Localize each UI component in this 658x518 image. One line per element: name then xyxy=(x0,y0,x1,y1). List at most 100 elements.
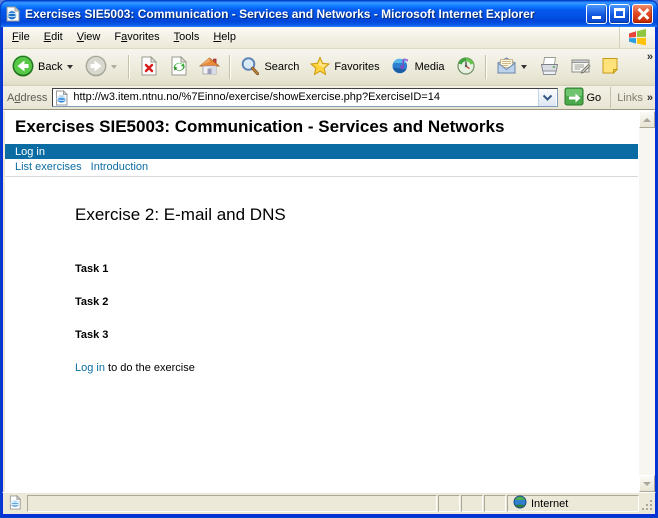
search-icon xyxy=(239,55,261,80)
search-button[interactable]: Search xyxy=(235,51,305,83)
status-panel-1 xyxy=(438,495,460,512)
edit-icon xyxy=(569,55,592,80)
scroll-up-arrow-icon xyxy=(643,117,651,122)
favorites-button[interactable]: Favorites xyxy=(305,51,385,83)
home-icon xyxy=(198,55,221,80)
address-bar: Address http://w3.item.ntnu.no/%7Einno/e… xyxy=(3,86,655,110)
menu-edit[interactable]: Edit xyxy=(37,29,70,46)
nav-link-list-exercises[interactable]: List exercises xyxy=(15,161,82,173)
address-label: Address xyxy=(7,91,48,104)
media-button-label: Media xyxy=(414,61,445,73)
forward-button[interactable] xyxy=(80,51,124,83)
home-button[interactable] xyxy=(194,51,225,83)
refresh-icon xyxy=(168,55,190,80)
note-icon xyxy=(600,55,620,80)
search-button-label: Search xyxy=(264,61,300,73)
toolbar-separator-2 xyxy=(229,55,232,79)
nav-link-introduction[interactable]: Introduction xyxy=(91,161,148,173)
forward-arrow-icon xyxy=(84,54,108,81)
forward-dropdown-icon[interactable] xyxy=(111,65,118,69)
scroll-up-button[interactable] xyxy=(639,111,655,128)
menu-view[interactable]: View xyxy=(70,29,108,46)
title-bar[interactable]: Exercises SIE5003: Communication - Servi… xyxy=(1,1,657,27)
login-bar-link[interactable]: Log in xyxy=(15,146,45,158)
history-button[interactable] xyxy=(451,51,481,83)
status-panel-3 xyxy=(484,495,506,512)
links-label: Links xyxy=(617,91,643,104)
discuss-button[interactable] xyxy=(596,51,624,83)
maximize-button[interactable] xyxy=(609,4,630,24)
back-button[interactable]: Back xyxy=(7,51,80,83)
nav-links: List exercises Introduction xyxy=(5,159,638,177)
go-button-label: Go xyxy=(586,91,602,104)
login-prompt-link[interactable]: Log in xyxy=(75,362,105,374)
address-input[interactable] xyxy=(73,89,538,106)
scroll-down-button[interactable] xyxy=(639,475,655,492)
status-message xyxy=(27,495,437,512)
media-button[interactable]: Media xyxy=(386,51,451,83)
ie-page-icon xyxy=(8,494,23,513)
refresh-button[interactable] xyxy=(164,51,194,83)
links-overflow-icon[interactable]: » xyxy=(647,92,653,104)
scrollbar-track[interactable] xyxy=(639,128,655,475)
mail-dropdown-icon[interactable] xyxy=(520,65,527,69)
window-client-area: File Edit View Favorites Tools Help Back… xyxy=(2,27,656,492)
status-panel-2 xyxy=(461,495,483,512)
menu-tools[interactable]: Tools xyxy=(167,29,207,46)
web-page: Exercises SIE5003: Communication - Servi… xyxy=(3,111,638,492)
go-button[interactable]: Go xyxy=(562,87,607,108)
star-icon xyxy=(309,55,331,80)
login-prompt-text: to do the exercise xyxy=(104,362,195,374)
address-input-container[interactable] xyxy=(52,88,558,107)
address-dropdown-button[interactable] xyxy=(537,89,556,106)
print-button[interactable] xyxy=(534,51,565,83)
printer-icon xyxy=(538,55,561,80)
resize-grip[interactable] xyxy=(640,495,654,512)
globe-icon xyxy=(513,495,527,512)
ie-document-icon xyxy=(5,5,21,22)
go-arrow-icon xyxy=(564,87,584,109)
back-button-label: Back xyxy=(38,61,63,73)
page-viewport: Exercises SIE5003: Communication - Servi… xyxy=(3,110,655,492)
back-arrow-icon xyxy=(11,54,35,81)
window-controls xyxy=(586,4,655,24)
task-2-label: Task 2 xyxy=(75,296,109,308)
toolbar-overflow-icon[interactable]: » xyxy=(647,51,653,63)
status-bar: Internet xyxy=(2,492,656,514)
menu-file[interactable]: File xyxy=(5,29,37,46)
window-title: Exercises SIE5003: Communication - Servi… xyxy=(25,7,535,21)
toolbar-separator-1 xyxy=(128,55,131,79)
menu-help[interactable]: Help xyxy=(206,29,243,46)
toolbar-separator-3 xyxy=(484,55,487,79)
exercise-content: Exercise 2: E-mail and DNS Task 1 Task 2… xyxy=(5,177,638,374)
page-title: Exercises SIE5003: Communication - Servi… xyxy=(15,117,505,136)
status-doc-icon-panel xyxy=(4,494,26,513)
task-3-label: Task 3 xyxy=(75,329,109,341)
media-icon xyxy=(390,55,412,80)
scroll-down-arrow-icon xyxy=(643,481,651,486)
mail-icon xyxy=(495,55,518,80)
menu-favorites[interactable]: Favorites xyxy=(107,29,166,46)
exercise-heading: Exercise 2: E-mail and DNS xyxy=(75,205,286,224)
back-dropdown-icon[interactable] xyxy=(67,65,74,69)
edit-button[interactable] xyxy=(565,51,596,83)
task-1-label: Task 1 xyxy=(75,263,109,275)
login-bar: Log in xyxy=(5,144,638,159)
menu-bar: File Edit View Favorites Tools Help xyxy=(3,27,655,49)
page-content: Exercises SIE5003: Communication - Servi… xyxy=(5,111,638,374)
minimize-button[interactable] xyxy=(586,4,607,24)
stop-button[interactable] xyxy=(134,51,164,83)
browser-window: Exercises SIE5003: Communication - Servi… xyxy=(0,0,658,518)
vertical-scrollbar[interactable] xyxy=(638,111,655,492)
windows-flag-icon[interactable] xyxy=(619,27,655,48)
ie-page-icon xyxy=(54,89,70,106)
history-icon xyxy=(455,55,477,80)
security-zone-label: Internet xyxy=(531,497,569,510)
login-prompt: Log in to do the exercise xyxy=(75,362,638,374)
mail-button[interactable] xyxy=(491,51,534,83)
close-button[interactable] xyxy=(632,4,653,24)
favorites-button-label: Favorites xyxy=(334,61,380,73)
links-bar[interactable]: Links » xyxy=(610,87,655,108)
navigation-toolbar: Back Search Favorites Media » xyxy=(3,49,655,86)
security-zone-panel[interactable]: Internet xyxy=(507,495,639,512)
